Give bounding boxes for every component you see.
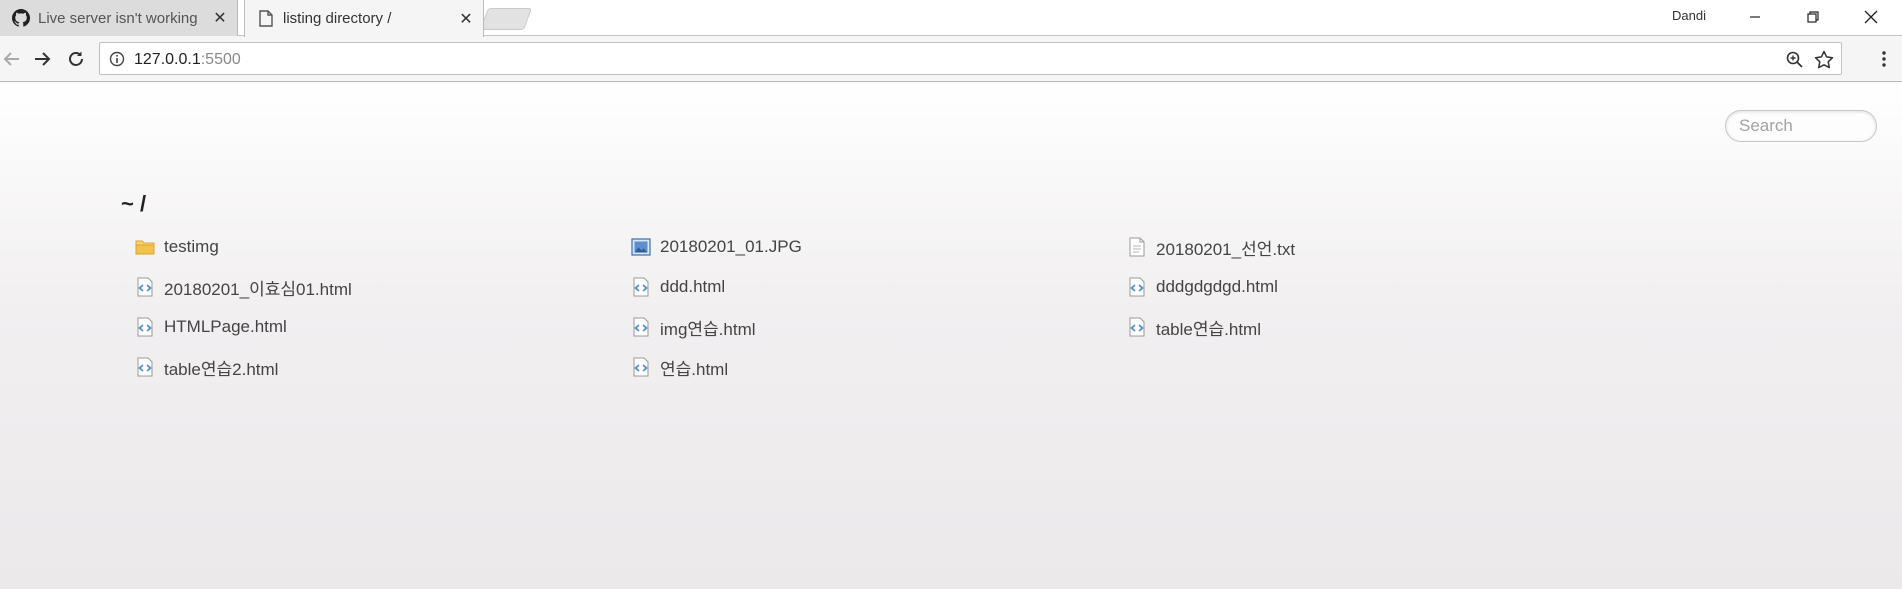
tab-title: Live server isn't working: [38, 9, 198, 27]
page-icon: [257, 10, 275, 28]
tab-strip: Live server isn't working ✕ listing dire…: [0, 0, 1902, 37]
file-name: table연습2.html: [164, 359, 279, 379]
back-button[interactable]: [0, 47, 24, 71]
code-file-icon: [1126, 316, 1148, 338]
file-item-html[interactable]: 연습.html: [630, 355, 728, 379]
file-item-html[interactable]: table연습.html: [1126, 315, 1261, 339]
more-menu-icon[interactable]: [1872, 47, 1896, 71]
code-file-icon: [630, 316, 652, 338]
tab-live-server[interactable]: Live server isn't working ✕: [0, 0, 238, 36]
url-host: 127.0.0.1: [134, 51, 201, 68]
file-item-html[interactable]: img연습.html: [630, 315, 756, 339]
address-bar[interactable]: 127.0.0.1:5500: [99, 42, 1842, 75]
file-item-txt[interactable]: 20180201_선언.txt: [1126, 235, 1295, 259]
file-name: img연습.html: [660, 319, 756, 339]
file-name: 연습.html: [660, 359, 729, 379]
url-port: :5500: [200, 51, 241, 68]
code-file-icon: [134, 316, 156, 338]
file-item-html[interactable]: dddgdgdgd.html: [1126, 275, 1278, 299]
code-file-icon: [134, 276, 156, 298]
text-file-icon: [1126, 236, 1148, 258]
page-content: ~ / testimg 20180201_이효심01.html HTMLPage…: [0, 83, 1902, 589]
browser-toolbar: 127.0.0.1:5500: [0, 36, 1902, 82]
file-item-jpg[interactable]: 20180201_01.JPG: [630, 235, 802, 259]
file-name: ddd.html: [660, 277, 726, 296]
minimize-button[interactable]: [1726, 0, 1784, 34]
folder-icon: [134, 236, 156, 258]
code-file-icon: [630, 276, 652, 298]
restore-button[interactable]: [1784, 0, 1842, 34]
close-icon[interactable]: ✕: [209, 7, 231, 29]
file-list: testimg 20180201_이효심01.html HTMLPage.htm…: [134, 235, 1634, 395]
reload-button[interactable]: [64, 47, 88, 71]
github-icon: [12, 9, 30, 27]
url-text[interactable]: 127.0.0.1:5500: [134, 51, 241, 69]
zoom-icon[interactable]: [1785, 50, 1805, 70]
breadcrumb: ~ /: [121, 191, 147, 216]
file-name: 20180201_01.JPG: [660, 237, 802, 256]
file-name: testimg: [164, 237, 219, 256]
file-name: HTMLPage.html: [164, 317, 287, 336]
star-icon[interactable]: [1813, 49, 1835, 71]
image-file-icon: [630, 236, 652, 258]
file-item-html[interactable]: table연습2.html: [134, 355, 278, 379]
tab-listing-directory[interactable]: listing directory / ✕: [244, 0, 484, 37]
close-icon[interactable]: ✕: [455, 8, 477, 30]
file-item-html[interactable]: HTMLPage.html: [134, 315, 287, 339]
forward-button[interactable]: [30, 47, 54, 71]
profile-name[interactable]: Dandi: [1672, 8, 1706, 23]
info-icon[interactable]: [109, 51, 125, 67]
tab-title: listing directory /: [283, 10, 392, 27]
new-tab-button[interactable]: [479, 8, 533, 30]
file-name: 20180201_선언.txt: [1156, 239, 1296, 259]
file-name: 20180201_이효심01.html: [164, 279, 352, 299]
file-item-html[interactable]: ddd.html: [630, 275, 725, 299]
code-file-icon: [134, 356, 156, 378]
code-file-icon: [630, 356, 652, 378]
file-name: dddgdgdgd.html: [1156, 277, 1278, 296]
window-close-button[interactable]: [1842, 0, 1900, 34]
file-item-testimg[interactable]: testimg: [134, 235, 219, 259]
file-name: table연습.html: [1156, 319, 1261, 339]
code-file-icon: [1126, 276, 1148, 298]
search-input[interactable]: [1725, 110, 1877, 142]
file-item-html[interactable]: 20180201_이효심01.html: [134, 275, 352, 299]
